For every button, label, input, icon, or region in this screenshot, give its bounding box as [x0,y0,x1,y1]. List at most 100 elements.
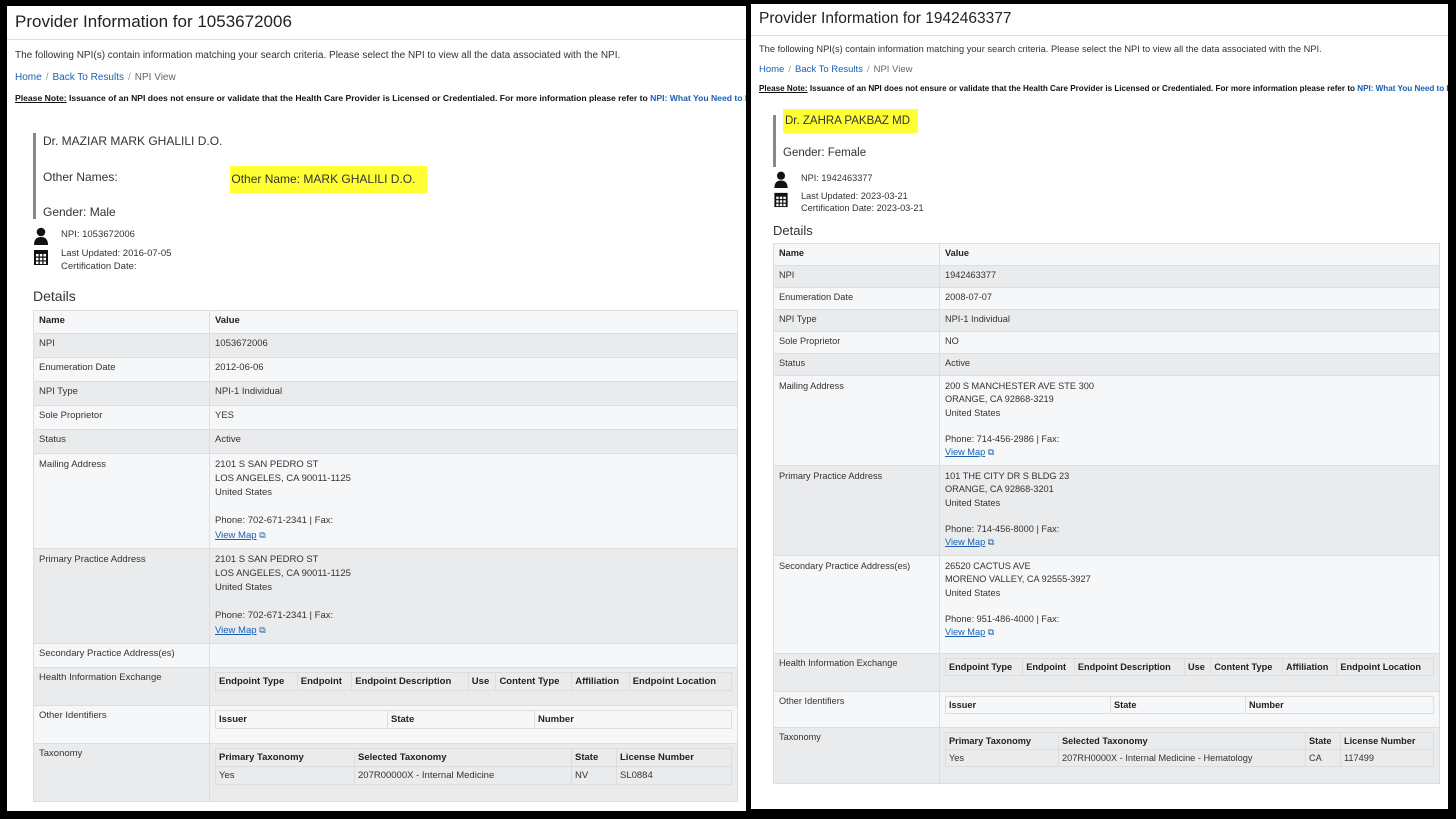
row-label: NPI Type [773,309,940,332]
row-label: Health Information Exchange [33,667,210,706]
address-line: United States [945,407,1001,418]
provider-name-block: Dr. MAZIAR MARK GHALILI D.O. Other Names… [33,133,222,219]
sub-header: License Number [1340,732,1434,750]
phone-line: Phone: 714-456-2986 | Fax: [945,433,1060,444]
table-row: Mailing Address 200 S MANCHESTER AVE STE… [773,375,1440,466]
view-map-link[interactable]: View Map [945,627,985,637]
view-map-link[interactable]: View Map [215,530,257,541]
row-label: Secondary Practice Address(es) [33,643,210,668]
address-line: MORENO VALLEY, CA 92555-3927 [945,574,1091,585]
primary-address: 2101 S SAN PEDRO ST LOS ANGELES, CA 9001… [209,548,738,644]
left-provider-panel: Provider Information for 1053672006 The … [7,6,746,811]
gender: Gender: Male [43,205,116,219]
address-line: LOS ANGELES, CA 90011-1125 [215,473,351,484]
view-map-link[interactable]: View Map [945,537,985,547]
address-line: 101 THE CITY DR S BLDG 23 [945,471,1070,481]
row-value: 1053672006 [209,333,738,358]
address-line: ORANGE, CA 92868-3201 [945,484,1054,495]
npi-number: NPI: 1053672006 [61,229,135,240]
table-row: NPI 1942463377 [773,265,1440,288]
row-label: NPI Type [33,381,210,406]
phone-line: Phone: 702-671-2341 | Fax: [215,610,334,621]
sub-header: Affiliation [1281,658,1338,676]
intro-text: The following NPI(s) contain information… [759,44,1322,54]
row-label: NPI [33,333,210,358]
sub-header: Content Type [495,672,573,691]
sub-cell: 207R00000X - Internal Medicine [354,766,572,785]
view-map-link[interactable]: View Map [945,447,985,457]
secondary-address: 26520 CACTUS AVE MORENO VALLEY, CA 92555… [939,555,1440,654]
row-value [209,643,738,668]
details-heading: Details [33,288,76,304]
address-line: United States [215,582,273,593]
sub-header: Endpoint Description [351,672,469,691]
sub-header: Issuer [945,696,1111,714]
table-row: Secondary Practice Address(es) [33,643,738,668]
table-row: Sole Proprietor YES [33,405,738,430]
row-label: Primary Practice Address [773,465,940,556]
row-label: Primary Practice Address [33,548,210,644]
table-row: Primary Practice Address 2101 S SAN PEDR… [33,548,738,644]
note-label: Please Note: [759,84,808,93]
address-line: United States [945,587,1001,598]
sub-header: Endpoint Type [215,672,298,691]
row-label: Enumeration Date [33,357,210,382]
taxonomy-subtable: Primary Taxonomy Selected Taxonomy State… [215,748,732,785]
table-row: Mailing Address 2101 S SAN PEDRO ST LOS … [33,453,738,549]
taxonomy-subtable: Primary Taxonomy Selected Taxonomy State… [945,732,1434,767]
npi-number: NPI: 1942463377 [801,173,873,183]
breadcrumb-home-link[interactable]: Home [15,72,42,83]
breadcrumb-back-link[interactable]: Back To Results [795,64,863,75]
breadcrumb-current: NPI View [134,72,176,83]
row-label: Sole Proprietor [33,405,210,430]
mailing-address: 2101 S SAN PEDRO ST LOS ANGELES, CA 9001… [209,453,738,549]
address-line: 2101 S SAN PEDRO ST [215,459,319,470]
sub-header: Use [467,672,497,691]
page-title: Provider Information for 1053672006 [7,6,746,40]
other-identifiers-subtable: Issuer State Number [945,696,1434,714]
table-header-row: Name Value [773,243,1440,266]
row-value: 1942463377 [939,265,1440,288]
sub-cell: NV [571,766,617,785]
row-value: NO [939,331,1440,354]
table-row: Taxonomy Primary Taxonomy Selected Taxon… [33,743,738,802]
phone-line: Phone: 702-671-2341 | Fax: [215,515,334,526]
hie-subtable: Endpoint Type Endpoint Endpoint Descript… [215,672,733,691]
sub-header: Affiliation [571,672,630,691]
row-label: Health Information Exchange [773,653,940,692]
address-line: 26520 CACTUS AVE [945,561,1031,571]
mailing-address: 200 S MANCHESTER AVE STE 300 ORANGE, CA … [939,375,1440,466]
table-row: Health Information Exchange Endpoint Typ… [33,667,738,706]
external-link-icon: ⧉ [987,447,995,458]
address-line: United States [945,497,1001,508]
sub-header: Number [534,710,732,729]
other-name-highlight: Other Name: MARK GHALILI D.O. [230,166,428,193]
npi-info-link[interactable]: NPI: What You Need to Know [1357,84,1448,93]
table-row: NPI Type NPI-1 Individual [773,309,1440,332]
row-label: Taxonomy [773,727,940,784]
breadcrumb: Home / Back To Results / NPI View [759,64,913,75]
sub-header: Endpoint Description [1073,658,1186,676]
sub-cell: Yes [945,749,1059,767]
row-label: Secondary Practice Address(es) [773,555,940,654]
row-value: NPI-1 Individual [209,381,738,406]
phone-line: Phone: 951-486-4000 | Fax: [945,613,1060,624]
certification-date: Certification Date: 2023-03-21 [801,203,924,213]
sub-header: State [387,710,535,729]
table-row: Primary Practice Address 101 THE CITY DR… [773,465,1440,556]
npi-info-link[interactable]: NPI: What You Need to Know [650,93,746,103]
breadcrumb-back-link[interactable]: Back To Results [52,72,124,83]
right-provider-panel: Provider Information for 1942463377 The … [751,4,1448,809]
sub-cell: 117499 [1340,749,1434,767]
address-line: United States [215,487,273,498]
provider-name: Dr. MAZIAR MARK GHALILI D.O. [43,134,223,148]
view-map-link[interactable]: View Map [215,625,257,636]
row-label: Mailing Address [773,375,940,466]
row-label: Other Identifiers [33,705,210,744]
address-line: LOS ANGELES, CA 90011-1125 [215,568,351,579]
row-value: YES [209,405,738,430]
table-row: Enumeration Date 2012-06-06 [33,357,738,382]
row-label: Sole Proprietor [773,331,940,354]
breadcrumb-home-link[interactable]: Home [759,64,784,75]
sub-header: Selected Taxonomy [354,748,572,767]
